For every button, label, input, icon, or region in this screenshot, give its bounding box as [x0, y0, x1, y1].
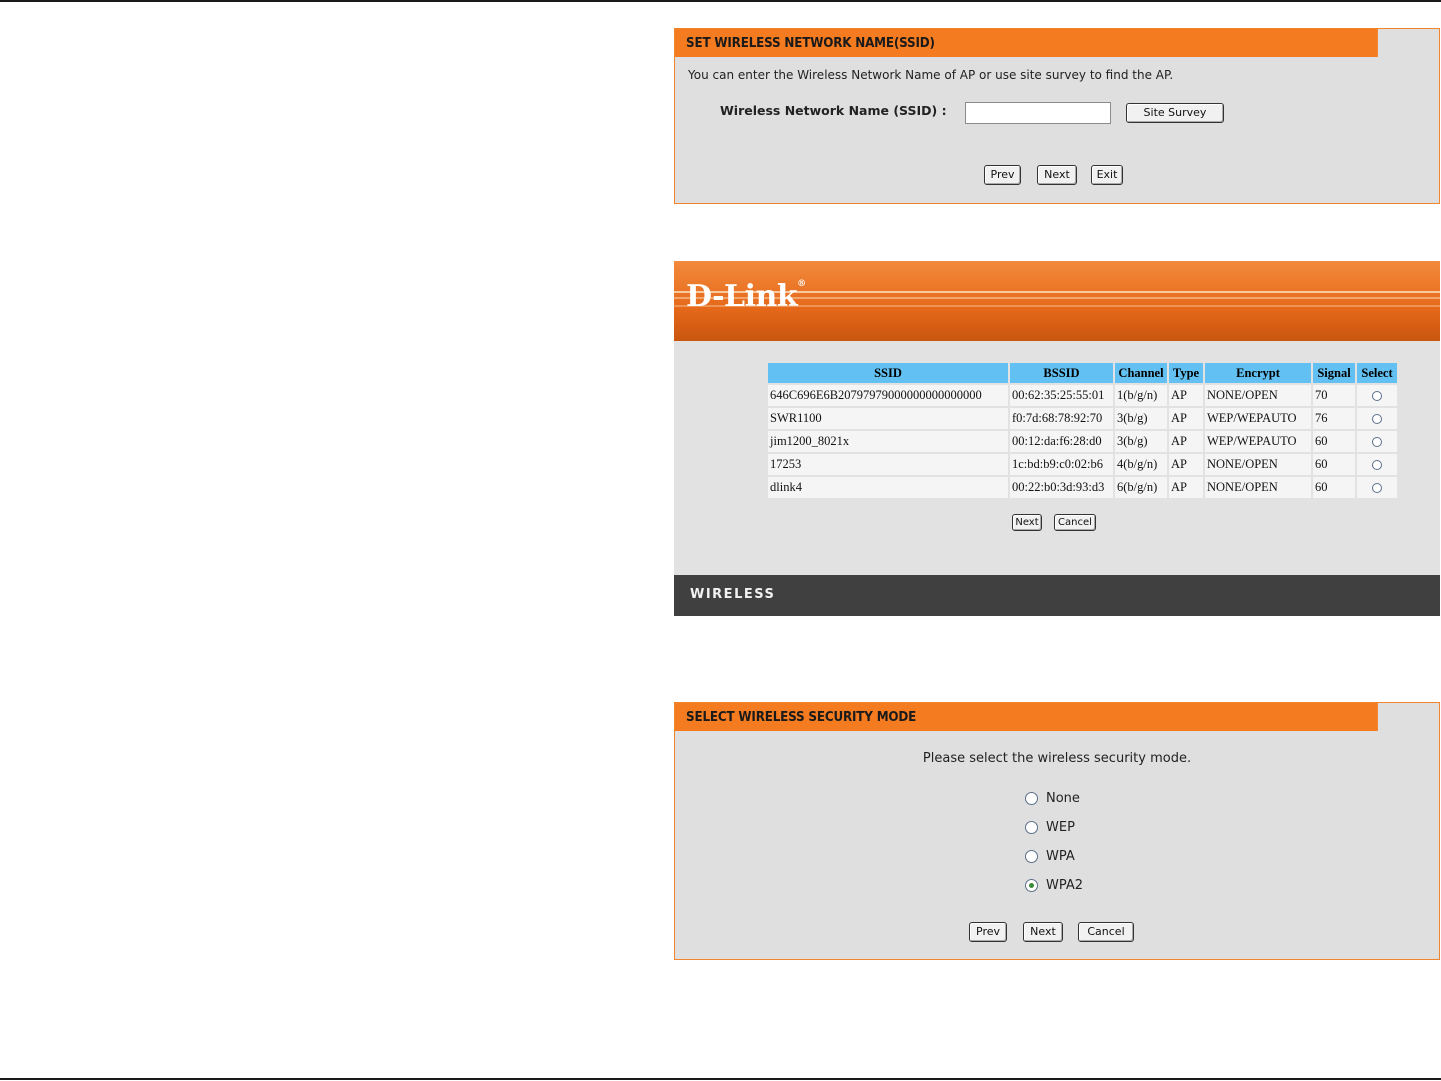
ssid-description: You can enter the Wireless Network Name … [688, 68, 1174, 82]
select-radio[interactable] [1372, 460, 1382, 471]
radio-wpa2[interactable] [1025, 879, 1038, 892]
cell-bssid: 00:12:da:f6:28:d0 [1010, 431, 1113, 452]
cell-channel: 6(b/g/n) [1115, 477, 1167, 498]
cell-select [1357, 477, 1397, 498]
cell-type: AP [1169, 454, 1203, 475]
option-label: WPA [1046, 849, 1075, 864]
footer-label: WIRELESS [690, 587, 776, 602]
table-row: SWR1100 f0:7d:68:78:92:70 3(b/g) AP WEP/… [768, 408, 1397, 429]
col-signal: Signal [1313, 363, 1355, 383]
cell-channel: 3(b/g) [1115, 431, 1167, 452]
col-select: Select [1357, 363, 1397, 383]
col-encrypt: Encrypt [1205, 363, 1311, 383]
table-row: 17253 1c:bd:b9:c0:02:b6 4(b/g/n) AP NONE… [768, 454, 1397, 475]
col-bssid: BSSID [1010, 363, 1113, 383]
ssid-field-label: Wireless Network Name (SSID) : [720, 103, 947, 118]
cell-encrypt: WEP/WEPAUTO [1205, 408, 1311, 429]
cell-type: AP [1169, 431, 1203, 452]
table-row: 646C696E6B20797979000000000000000 00:62:… [768, 385, 1397, 406]
option-label: None [1046, 791, 1080, 806]
exit-button[interactable]: Exit [1091, 165, 1123, 185]
bottom-rule [0, 1078, 1441, 1080]
ssid-input[interactable] [965, 102, 1111, 124]
cell-bssid: 1c:bd:b9:c0:02:b6 [1010, 454, 1113, 475]
cell-ssid: jim1200_8021x [768, 431, 1008, 452]
ssid-panel-title: SET WIRELESS NETWORK NAME(SSID) [675, 29, 1378, 57]
survey-next-button[interactable]: Next [1012, 514, 1042, 531]
cell-bssid: f0:7d:68:78:92:70 [1010, 408, 1113, 429]
security-option-wpa2[interactable]: WPA2 [1025, 878, 1083, 893]
wireless-footer-bar: WIRELESS [674, 575, 1440, 616]
cell-select [1357, 454, 1397, 475]
survey-cancel-button[interactable]: Cancel [1054, 514, 1096, 531]
select-radio[interactable] [1372, 483, 1382, 494]
cell-signal: 60 [1313, 431, 1355, 452]
ap-table: SSID BSSID Channel Type Encrypt Signal S… [766, 361, 1399, 500]
cell-ssid: 646C696E6B20797979000000000000000 [768, 385, 1008, 406]
prev-button[interactable]: Prev [984, 165, 1021, 185]
cell-encrypt: NONE/OPEN [1205, 385, 1311, 406]
dlink-logo: D-Link® [686, 279, 806, 314]
cell-type: AP [1169, 408, 1203, 429]
table-row: jim1200_8021x 00:12:da:f6:28:d0 3(b/g) A… [768, 431, 1397, 452]
col-type: Type [1169, 363, 1203, 383]
cell-select [1357, 431, 1397, 452]
security-panel-title: SELECT WIRELESS SECURITY MODE [675, 703, 1378, 731]
table-row: dlink4 00:22:b0:3d:93:d3 6(b/g/n) AP NON… [768, 477, 1397, 498]
ssid-panel: SET WIRELESS NETWORK NAME(SSID) You can … [674, 28, 1440, 204]
col-ssid: SSID [768, 363, 1008, 383]
radio-wpa[interactable] [1025, 850, 1038, 863]
select-radio[interactable] [1372, 391, 1382, 402]
site-survey-button[interactable]: Site Survey [1126, 103, 1224, 123]
option-label: WEP [1046, 820, 1075, 835]
top-rule [0, 0, 1441, 2]
radio-wep[interactable] [1025, 821, 1038, 834]
cell-encrypt: NONE/OPEN [1205, 454, 1311, 475]
cell-ssid: dlink4 [768, 477, 1008, 498]
cell-channel: 3(b/g) [1115, 408, 1167, 429]
ap-table-header: SSID BSSID Channel Type Encrypt Signal S… [768, 363, 1397, 383]
col-channel: Channel [1115, 363, 1167, 383]
dlink-banner: D-Link® [674, 261, 1440, 341]
cell-bssid: 00:62:35:25:55:01 [1010, 385, 1113, 406]
cell-type: AP [1169, 385, 1203, 406]
cell-encrypt: NONE/OPEN [1205, 477, 1311, 498]
cell-select [1357, 385, 1397, 406]
cell-signal: 60 [1313, 477, 1355, 498]
cell-encrypt: WEP/WEPAUTO [1205, 431, 1311, 452]
security-option-wep[interactable]: WEP [1025, 820, 1075, 835]
cell-channel: 4(b/g/n) [1115, 454, 1167, 475]
cell-channel: 1(b/g/n) [1115, 385, 1167, 406]
cell-bssid: 00:22:b0:3d:93:d3 [1010, 477, 1113, 498]
security-next-button[interactable]: Next [1023, 922, 1063, 942]
security-mode-panel: SELECT WIRELESS SECURITY MODE Please sel… [674, 702, 1440, 960]
security-prompt: Please select the wireless security mode… [922, 751, 1192, 766]
next-button[interactable]: Next [1037, 165, 1077, 185]
security-cancel-button[interactable]: Cancel [1078, 922, 1134, 942]
option-label: WPA2 [1046, 878, 1084, 893]
cell-signal: 60 [1313, 454, 1355, 475]
security-prev-button[interactable]: Prev [969, 922, 1007, 942]
cell-ssid: SWR1100 [768, 408, 1008, 429]
radio-none[interactable] [1025, 792, 1038, 805]
select-radio[interactable] [1372, 414, 1382, 425]
cell-signal: 70 [1313, 385, 1355, 406]
cell-signal: 76 [1313, 408, 1355, 429]
select-radio[interactable] [1372, 437, 1382, 448]
site-survey-window: D-Link® SSID BSSID Channel Type Encrypt … [674, 261, 1440, 616]
cell-ssid: 17253 [768, 454, 1008, 475]
cell-select [1357, 408, 1397, 429]
security-option-wpa[interactable]: WPA [1025, 849, 1075, 864]
security-option-none[interactable]: None [1025, 791, 1080, 806]
cell-type: AP [1169, 477, 1203, 498]
